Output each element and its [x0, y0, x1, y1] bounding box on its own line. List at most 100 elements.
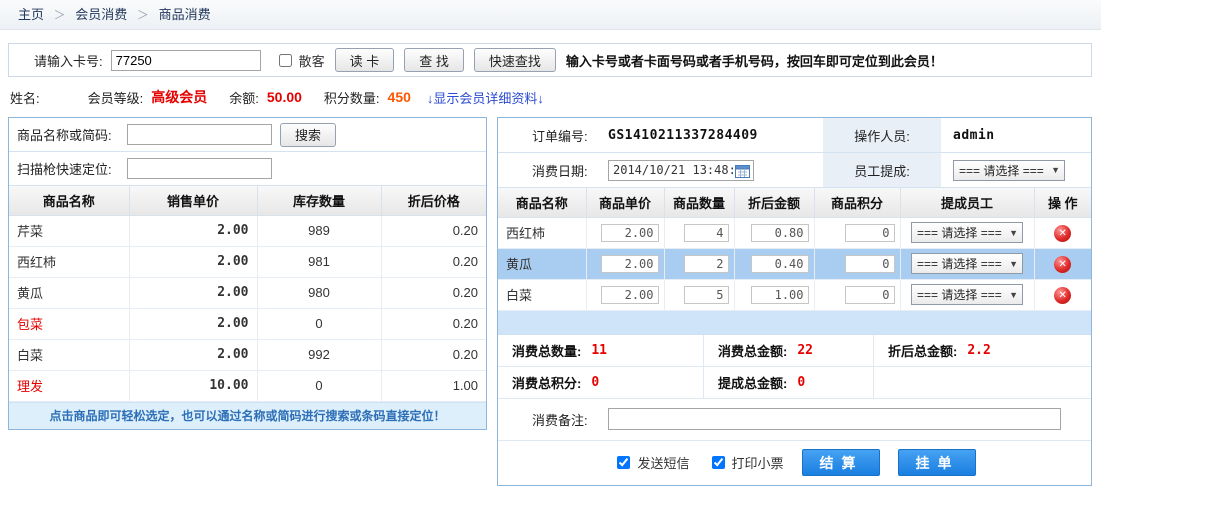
remark-input[interactable] [608, 408, 1061, 430]
quantity-input[interactable] [684, 224, 729, 242]
points-input[interactable] [845, 224, 895, 242]
product-panel-hint: 点击商品即可轻松选定，也可以通过名称或简码进行搜索或条码直接定位！ [9, 402, 486, 429]
unit-price-input[interactable] [601, 286, 659, 304]
product-stock: 0 [257, 308, 381, 339]
product-price: 2.00 [129, 246, 257, 277]
commission-total-label: 提成总金额: [718, 373, 787, 392]
product-name: 芹菜 [9, 215, 129, 246]
read-card-button[interactable]: 读 卡 [335, 48, 395, 72]
product-stock: 0 [257, 370, 381, 401]
discount-amount-input[interactable] [751, 286, 809, 304]
product-search-input[interactable] [127, 124, 272, 145]
product-discount-price: 0.20 [381, 277, 486, 308]
search-button[interactable]: 搜索 [280, 123, 336, 147]
scan-locate-input[interactable] [127, 158, 272, 179]
order-panel: 订单编号: GS1410211337284409 操作人员: admin 消费日… [497, 117, 1092, 486]
points-input[interactable] [845, 286, 895, 304]
total-qty-value: 11 [591, 343, 607, 358]
show-member-detail-link[interactable]: ↓显示会员详细资料↓ [427, 88, 544, 107]
find-button[interactable]: 查 找 [404, 48, 464, 72]
guest-checkbox[interactable] [279, 54, 292, 67]
order-product-name: 白菜 [498, 279, 586, 310]
product-price: 2.00 [129, 339, 257, 370]
total-amount-value: 22 [797, 343, 813, 358]
total-points-value: 0 [591, 375, 599, 390]
chevron-down-icon: ▼ [1009, 228, 1018, 238]
summary-row-2: 消费总积分: 0 提成总金额: 0 [498, 367, 1091, 399]
product-row[interactable]: 包菜 2.00 0 0.20 [9, 308, 486, 339]
member-level-value: 高级会员 [151, 87, 207, 107]
card-search-box: 请输入卡号: 散客 读 卡 查 找 快速查找 输入卡号或者卡面号码或者手机号码，… [8, 43, 1092, 77]
product-row[interactable]: 芹菜 2.00 989 0.20 [9, 215, 486, 246]
delete-row-icon[interactable]: ✕ [1054, 225, 1071, 242]
member-level-label: 会员等级: [88, 88, 144, 107]
summary-empty-cell [874, 367, 1091, 398]
breadcrumb-separator: ＞ [137, 8, 149, 22]
print-checkbox-label: 打印小票 [732, 453, 784, 472]
print-checkbox[interactable] [712, 456, 725, 469]
main-area: 商品名称或简码: 搜索 扫描枪快速定位: 商品名称 销售单价 库存数量 折后价格 [8, 117, 1101, 486]
discount-total-label: 折后总金额: [888, 341, 957, 360]
breadcrumb-home[interactable]: 主页 [18, 7, 44, 22]
product-price: 2.00 [129, 277, 257, 308]
product-panel: 商品名称或简码: 搜索 扫描枪快速定位: 商品名称 销售单价 库存数量 折后价格 [8, 117, 487, 430]
unit-price-input[interactable] [601, 224, 659, 242]
operator-value: admin [953, 128, 995, 143]
col-quantity: 商品数量 [664, 188, 734, 217]
staff-commission-select-value: === 请选择 === [959, 162, 1044, 179]
product-row[interactable]: 白菜 2.00 992 0.20 [9, 339, 486, 370]
card-number-label: 请输入卡号: [34, 51, 103, 70]
col-sale-price: 销售单价 [129, 186, 257, 215]
consume-date-row: 消费日期: 员工提成: === 请选择 === ▼ [498, 153, 1091, 188]
staff-select[interactable]: === 请选择 === ▼ [911, 253, 1023, 274]
consume-date-input[interactable] [608, 160, 754, 181]
discount-amount-input[interactable] [751, 255, 809, 273]
sms-checkbox[interactable] [617, 456, 630, 469]
points-value: 450 [388, 89, 411, 105]
quantity-input[interactable] [684, 286, 729, 304]
staff-select-value: === 请选择 === [917, 286, 1002, 303]
order-product-name: 西红柿 [498, 217, 586, 248]
member-info-row: 姓名: 会员等级: 高级会员 余额: 50.00 积分数量: 450 ↓显示会员… [0, 77, 1101, 117]
product-row[interactable]: 西红柿 2.00 981 0.20 [9, 246, 486, 277]
breadcrumb: 主页 ＞ 会员消费 ＞ 商品消费 [0, 0, 1101, 30]
chevron-down-icon: ▼ [1009, 259, 1018, 269]
card-number-input[interactable] [111, 50, 261, 71]
unit-price-input[interactable] [601, 255, 659, 273]
staff-select[interactable]: === 请选择 === ▼ [911, 284, 1023, 305]
product-row[interactable]: 理发 10.00 0 1.00 [9, 370, 486, 401]
product-name: 白菜 [9, 339, 129, 370]
product-discount-price: 0.20 [381, 308, 486, 339]
quick-find-button[interactable]: 快速查找 [474, 48, 556, 72]
breadcrumb-separator: ＞ [54, 8, 66, 22]
delete-row-icon[interactable]: ✕ [1054, 287, 1071, 304]
breadcrumb-member-consume[interactable]: 会员消费 [75, 7, 127, 22]
discount-amount-input[interactable] [751, 224, 809, 242]
date-picker [608, 160, 754, 181]
product-name: 西红柿 [9, 246, 129, 277]
product-discount-price: 0.20 [381, 215, 486, 246]
order-product-name: 黄瓜 [498, 248, 586, 279]
staff-commission-select[interactable]: === 请选择 === ▼ [953, 160, 1065, 181]
calendar-icon[interactable] [735, 163, 750, 181]
hold-order-button[interactable]: 挂单 [898, 449, 976, 476]
staff-select[interactable]: === 请选择 === ▼ [911, 222, 1023, 243]
scan-locate-row: 扫描枪快速定位: [9, 152, 486, 186]
remark-label: 消费备注: [498, 410, 608, 429]
total-amount-label: 消费总金额: [718, 341, 787, 360]
col-discount-price: 折后价格 [381, 186, 486, 215]
quantity-input[interactable] [684, 255, 729, 273]
commission-total-value: 0 [797, 375, 805, 390]
product-table: 商品名称 销售单价 库存数量 折后价格 芹菜 2.00 989 0.20 西红柿 [9, 186, 486, 402]
balance-label: 余额: [229, 88, 259, 107]
product-discount-price: 0.20 [381, 339, 486, 370]
action-row: 发送短信 打印小票 结算 挂单 [498, 441, 1091, 485]
chevron-down-icon: ▼ [1051, 165, 1060, 175]
product-row[interactable]: 黄瓜 2.00 980 0.20 [9, 277, 486, 308]
delete-row-icon[interactable]: ✕ [1054, 256, 1071, 273]
order-row: 西红柿 === 请选择 === ▼ ✕ [498, 217, 1091, 248]
settle-button[interactable]: 结算 [802, 449, 880, 476]
product-discount-price: 1.00 [381, 370, 486, 401]
product-stock: 980 [257, 277, 381, 308]
points-input[interactable] [845, 255, 895, 273]
